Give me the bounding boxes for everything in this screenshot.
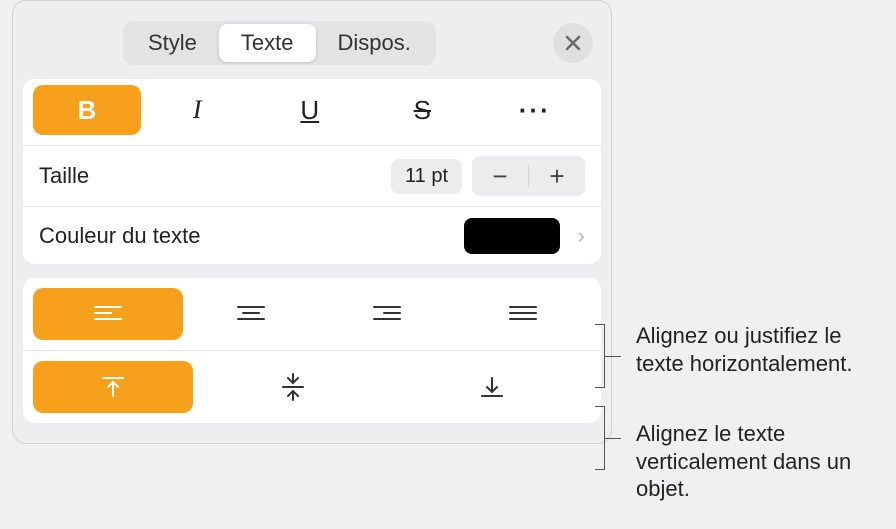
callout-bracket-horiz bbox=[604, 324, 605, 388]
align-center-icon bbox=[236, 304, 266, 324]
tab-texte[interactable]: Texte bbox=[219, 24, 316, 62]
italic-button[interactable]: I bbox=[141, 88, 254, 132]
font-style-row: B I U S ··· bbox=[23, 79, 601, 145]
chevron-right-icon: › bbox=[578, 223, 585, 249]
callout-bracket-vert bbox=[604, 406, 605, 470]
justify-icon bbox=[508, 304, 538, 324]
horizontal-align-row bbox=[23, 278, 601, 350]
valign-bottom-icon bbox=[479, 374, 505, 400]
align-right-icon bbox=[372, 304, 402, 324]
more-styles-button[interactable]: ··· bbox=[479, 88, 592, 132]
size-decrease[interactable]: − bbox=[472, 156, 528, 196]
strikethrough-button[interactable]: S bbox=[366, 88, 479, 132]
align-left-button[interactable] bbox=[33, 288, 183, 340]
align-center-button[interactable] bbox=[183, 290, 319, 338]
valign-top-icon bbox=[100, 374, 126, 400]
text-style-card: B I U S ··· Taille 11 pt − + Couleur du … bbox=[23, 79, 601, 264]
size-row: Taille 11 pt − + bbox=[23, 145, 601, 206]
tab-bar: Style Texte Dispos. bbox=[13, 1, 611, 79]
size-increase[interactable]: + bbox=[529, 156, 585, 196]
callout-horizontal: Alignez ou justifiez le texte horizontal… bbox=[636, 322, 886, 377]
valign-top-button[interactable] bbox=[33, 361, 193, 413]
size-stepper: − + bbox=[472, 156, 585, 196]
valign-middle-button[interactable] bbox=[193, 363, 392, 411]
tab-style[interactable]: Style bbox=[126, 24, 219, 62]
justify-button[interactable] bbox=[455, 290, 591, 338]
underline-button[interactable]: U bbox=[254, 88, 367, 132]
align-left-icon bbox=[93, 304, 123, 324]
close-button[interactable] bbox=[553, 23, 593, 63]
text-color-swatch[interactable] bbox=[464, 218, 560, 254]
alignment-card bbox=[23, 278, 601, 423]
bold-button[interactable]: B bbox=[33, 85, 141, 135]
vertical-align-row bbox=[23, 350, 601, 423]
valign-bottom-button[interactable] bbox=[392, 363, 591, 411]
size-label: Taille bbox=[39, 163, 391, 189]
size-value[interactable]: 11 pt bbox=[391, 159, 462, 194]
tab-dispos[interactable]: Dispos. bbox=[316, 24, 433, 62]
tab-group: Style Texte Dispos. bbox=[123, 21, 436, 65]
close-icon bbox=[564, 34, 582, 52]
text-color-label: Couleur du texte bbox=[39, 223, 464, 249]
align-right-button[interactable] bbox=[319, 290, 455, 338]
format-panel: Style Texte Dispos. B I U S ··· Taille 1… bbox=[12, 0, 612, 444]
valign-middle-icon bbox=[280, 372, 306, 402]
callout-vertical: Alignez le texte verticalement dans un o… bbox=[636, 420, 886, 503]
text-color-row[interactable]: Couleur du texte › bbox=[23, 206, 601, 264]
